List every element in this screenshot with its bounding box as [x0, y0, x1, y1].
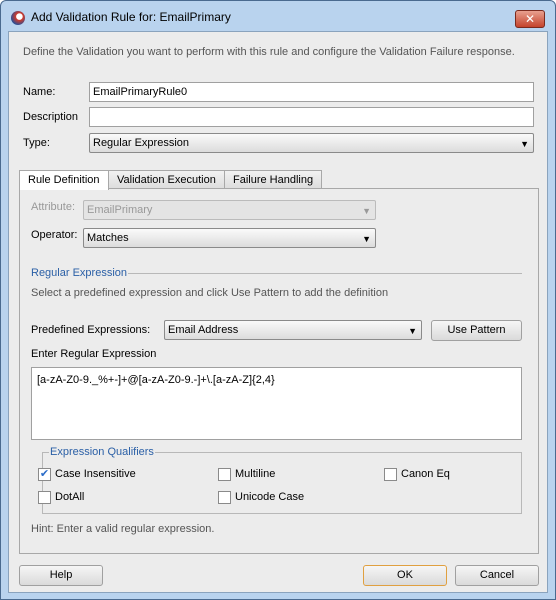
name-input[interactable]: EmailPrimaryRule0 [89, 82, 534, 102]
dialog-body: Define the Validation you want to perfor… [8, 31, 548, 593]
type-value: Regular Expression [93, 137, 189, 149]
regex-textarea[interactable]: [a-zA-Z0-9._%+-]+@[a-zA-Z0-9.-]+\.[a-zA-… [31, 367, 522, 440]
checkbox-label: Canon Eq [401, 468, 450, 480]
tab-validation-execution[interactable]: Validation Execution [108, 170, 225, 189]
regex-section-help: Select a predefined expression and click… [31, 287, 389, 299]
checkbox-label: Multiline [235, 468, 276, 480]
attribute-label: Attribute: [31, 201, 76, 213]
checkbox-icon[interactable] [384, 468, 397, 481]
name-label: Name: [23, 86, 56, 98]
chevron-down-icon: ▼ [362, 206, 371, 216]
title-bar[interactable]: Add Validation Rule for: EmailPrimary ✕ [1, 1, 555, 31]
attribute-select: EmailPrimary ▼ [83, 200, 376, 220]
use-pattern-button[interactable]: Use Pattern [431, 320, 522, 341]
app-icon [11, 11, 25, 25]
window-title: Add Validation Rule for: EmailPrimary [31, 10, 231, 24]
operator-value: Matches [87, 232, 129, 244]
checkbox-icon[interactable] [38, 491, 51, 504]
description-input[interactable] [89, 107, 534, 127]
description-label: Description [23, 111, 79, 123]
type-select[interactable]: Regular Expression ▼ [89, 133, 534, 153]
checkbox-label: Case Insensitive [55, 468, 136, 480]
checkbox-icon[interactable] [218, 468, 231, 481]
help-button[interactable]: Help [19, 565, 103, 586]
predefined-value: Email Address [168, 324, 239, 336]
chevron-down-icon: ▼ [362, 234, 371, 244]
chevron-down-icon: ▼ [520, 139, 529, 149]
operator-select[interactable]: Matches ▼ [83, 228, 376, 248]
ok-button[interactable]: OK [363, 565, 447, 586]
tab-rule-definition[interactable]: Rule Definition [19, 170, 109, 190]
tab-failure-handling[interactable]: Failure Handling [224, 170, 323, 189]
cancel-button[interactable]: Cancel [455, 565, 539, 586]
chevron-down-icon: ▼ [408, 326, 417, 336]
predefined-select[interactable]: Email Address ▼ [164, 320, 422, 340]
checkbox-label: DotAll [55, 491, 85, 503]
checkbox-checked-icon[interactable]: ✔ [38, 468, 51, 481]
expression-qualifiers [42, 452, 522, 514]
section-divider [128, 273, 522, 274]
enter-regex-label: Enter Regular Expression [31, 348, 157, 360]
regex-section-title: Regular Expression [31, 267, 127, 279]
dialog-window: Add Validation Rule for: EmailPrimary ✕ … [0, 0, 556, 600]
type-label: Type: [23, 137, 50, 149]
checkbox-label: Unicode Case [235, 491, 305, 503]
attribute-value: EmailPrimary [87, 204, 153, 216]
predefined-label: Predefined Expressions: [31, 324, 151, 336]
rule-definition-panel: Attribute: EmailPrimary ▼ Operator: Matc… [19, 188, 539, 554]
hint-text: Hint: Enter a valid regular expression. [31, 523, 215, 535]
intro-text: Define the Validation you want to perfor… [23, 46, 515, 58]
qualifiers-title: Expression Qualifiers [49, 446, 155, 458]
checkbox-icon[interactable] [218, 491, 231, 504]
operator-label: Operator: [31, 229, 78, 241]
close-icon[interactable]: ✕ [515, 10, 545, 28]
